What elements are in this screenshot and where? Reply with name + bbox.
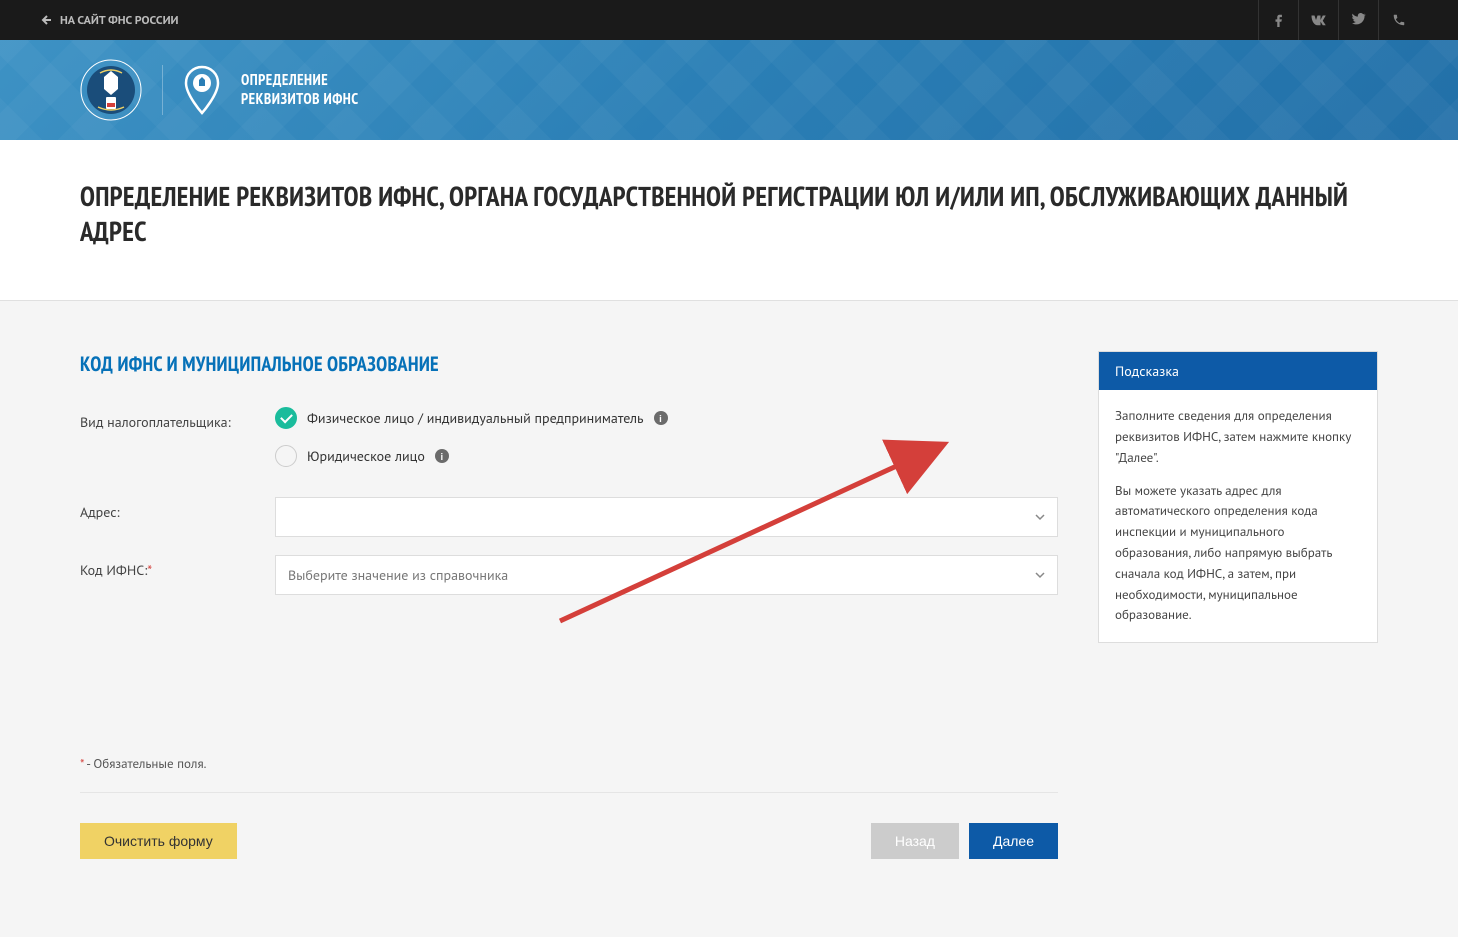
facebook-icon[interactable] [1258, 0, 1298, 40]
ifns-label: Код ИФНС:* [80, 555, 275, 579]
clear-button[interactable]: Очистить форму [80, 823, 237, 859]
main-column: КОД ИФНС И МУНИЦИПАЛЬНОЕ ОБРАЗОВАНИЕ Вид… [80, 351, 1058, 859]
taxpayer-row: Вид налогоплательщика: Физическое лицо /… [80, 407, 1058, 467]
required-note: * - Обязательные поля. [80, 755, 1058, 793]
back-to-site-link[interactable]: НА САЙТ ФНС РОССИИ [40, 13, 179, 28]
radio-unchecked-icon [275, 445, 297, 467]
chevron-down-icon [1035, 512, 1045, 522]
header-title-line1: ОПРЕДЕЛЕНИЕ [241, 71, 359, 91]
chevron-down-icon [1035, 570, 1045, 580]
taxpayer-option2-label: Юридическое лицо [307, 447, 425, 465]
taxpayer-radio-group: Физическое лицо / индивидуальный предпри… [275, 407, 1058, 467]
hint-box: Подсказка Заполните сведения для определ… [1098, 351, 1378, 643]
taxpayer-label: Вид налогоплательщика: [80, 407, 275, 431]
page-title-section: ОПРЕДЕЛЕНИЕ РЕКВИЗИТОВ ИФНС, ОРГАНА ГОСУ… [0, 140, 1458, 301]
address-select[interactable] [275, 497, 1058, 537]
form-heading: КОД ИФНС И МУНИЦИПАЛЬНОЕ ОБРАЗОВАНИЕ [80, 351, 1058, 377]
radio-checked-icon [275, 407, 297, 429]
content: КОД ИФНС И МУНИЦИПАЛЬНОЕ ОБРАЗОВАНИЕ Вид… [0, 301, 1458, 909]
ifns-placeholder: Выберите значение из справочника [288, 566, 508, 584]
arrow-left-icon [40, 14, 52, 26]
ifns-control: Выберите значение из справочника [275, 555, 1058, 595]
twitter-icon[interactable] [1338, 0, 1378, 40]
hint-paragraph-2: Вы можете указать адрес для автоматическ… [1115, 481, 1361, 627]
social-icons [1258, 0, 1418, 40]
header-title-line2: РЕКВИЗИТОВ ИФНС [241, 90, 359, 110]
ifns-select[interactable]: Выберите значение из справочника [275, 555, 1058, 595]
vk-icon[interactable] [1298, 0, 1338, 40]
phone-icon[interactable] [1378, 0, 1418, 40]
topbar: НА САЙТ ФНС РОССИИ [0, 0, 1458, 40]
back-to-site-label: НА САЙТ ФНС РОССИИ [60, 13, 179, 28]
page-title: ОПРЕДЕЛЕНИЕ РЕКВИЗИТОВ ИФНС, ОРГАНА ГОСУ… [80, 180, 1378, 250]
button-row-right: Назад Далее [871, 823, 1058, 859]
fns-emblem-icon [80, 59, 142, 121]
taxpayer-radio-legal[interactable]: Юридическое лицо i [275, 445, 1058, 467]
hint-paragraph-1: Заполните сведения для определения рекви… [1115, 406, 1361, 468]
address-control [275, 497, 1058, 537]
ifns-row: Код ИФНС:* Выберите значение из справочн… [80, 555, 1058, 595]
address-row: Адрес: [80, 497, 1058, 537]
back-button: Назад [871, 823, 959, 859]
info-icon[interactable]: i [435, 449, 449, 463]
info-icon[interactable]: i [654, 411, 668, 425]
hint-header: Подсказка [1099, 352, 1377, 390]
hint-body: Заполните сведения для определения рекви… [1099, 390, 1377, 642]
logo-group: ОПРЕДЕЛЕНИЕ РЕКВИЗИТОВ ИФНС [80, 59, 359, 121]
header-title: ОПРЕДЕЛЕНИЕ РЕКВИЗИТОВ ИФНС [241, 71, 359, 110]
taxpayer-radio-individual[interactable]: Физическое лицо / индивидуальный предпри… [275, 407, 1058, 429]
header: ОПРЕДЕЛЕНИЕ РЕКВИЗИТОВ ИФНС [0, 40, 1458, 140]
next-button[interactable]: Далее [969, 823, 1058, 859]
button-row: Очистить форму Назад Далее [80, 823, 1058, 859]
taxpayer-option1-label: Физическое лицо / индивидуальный предпри… [307, 409, 644, 427]
logo-divider [162, 65, 163, 115]
side-column: Подсказка Заполните сведения для определ… [1098, 351, 1378, 859]
address-label: Адрес: [80, 497, 275, 521]
location-pin-icon [183, 65, 221, 115]
